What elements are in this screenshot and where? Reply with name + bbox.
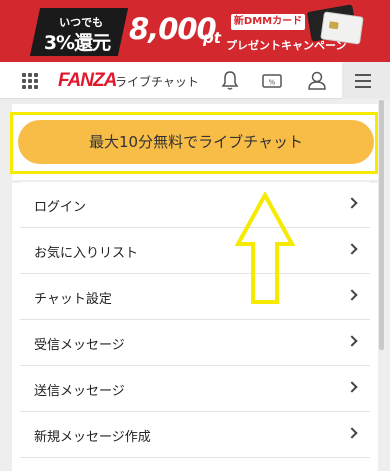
- user-icon[interactable]: [305, 69, 329, 93]
- free-live-chat-button[interactable]: 最大10分無料でライブチャット: [18, 120, 374, 164]
- app-grid-icon[interactable]: [22, 73, 38, 89]
- chevron-right-icon: [346, 335, 358, 347]
- chevron-right-icon: [346, 289, 358, 301]
- site-header: FANZA ライブチャット %: [0, 62, 390, 99]
- menu-item-login[interactable]: ログイン: [20, 182, 370, 228]
- menu-item-sent[interactable]: 送信メッセージ: [20, 366, 370, 412]
- menu-item-label: 受信メッセージ: [34, 338, 125, 353]
- banner-unit: pt: [203, 29, 221, 47]
- logo-subtitle[interactable]: ライブチャット: [115, 73, 199, 90]
- menu-item-label: ログイン: [34, 200, 87, 215]
- menu-item-favorites[interactable]: お気に入りリスト: [20, 228, 370, 274]
- menu-list: ログイン お気に入りリスト チャット設定 受信メッセージ 送信メッセージ 新規メ…: [20, 182, 370, 458]
- chevron-right-icon: [346, 243, 358, 255]
- hamburger-menu-button[interactable]: [342, 62, 390, 99]
- menu-item-inbox[interactable]: 受信メッセージ: [20, 320, 370, 366]
- menu-item-new-message[interactable]: 新規メッセージ作成: [20, 412, 370, 458]
- menu-item-label: 送信メッセージ: [34, 384, 125, 399]
- banner-card-label: 新DMMカード: [231, 14, 305, 30]
- bell-icon[interactable]: [218, 69, 242, 93]
- svg-text:%: %: [269, 79, 276, 87]
- annotation-up-arrow: [235, 192, 295, 304]
- menu-item-label: チャット設定: [34, 292, 112, 307]
- credit-card-icon: [320, 11, 364, 45]
- chevron-right-icon: [346, 381, 358, 393]
- menu-item-chat-settings[interactable]: チャット設定: [20, 274, 370, 320]
- menu-item-label: 新規メッセージ作成: [34, 430, 151, 445]
- promo-banner[interactable]: いつでも 3%還元 8,000 pt 新DMMカード プレゼントキャンペーン: [0, 0, 390, 62]
- banner-badge: いつでも 3%還元: [29, 8, 129, 56]
- scrollbar-thumb[interactable]: [379, 100, 384, 350]
- chevron-right-icon: [346, 197, 358, 209]
- fanza-logo[interactable]: FANZA: [58, 70, 117, 92]
- chevron-right-icon: [346, 427, 358, 439]
- coupon-icon[interactable]: %: [260, 69, 284, 93]
- banner-badge-main: 3%還元: [43, 32, 111, 54]
- menu-item-label: お気に入りリスト: [34, 246, 139, 261]
